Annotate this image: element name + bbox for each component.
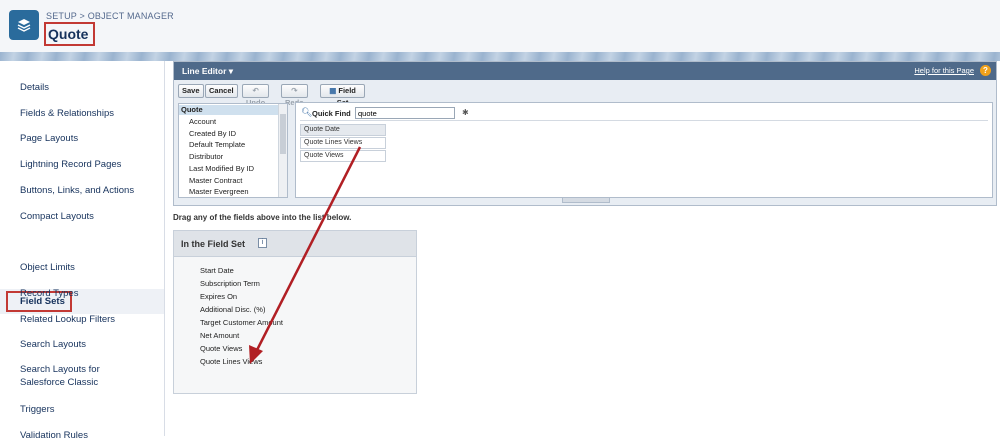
sidebar-item-details[interactable]: Details [0, 81, 164, 94]
list-item[interactable]: Start Date [200, 266, 234, 276]
field-tile[interactable]: Quote Date [300, 124, 386, 136]
list-item[interactable]: Subscription Term [200, 279, 260, 289]
quick-find-row: 🔍︎ Quick Find ✱ [300, 107, 988, 121]
drag-instructions: Drag any of the fields above into the li… [173, 213, 352, 222]
save-button[interactable]: Save [178, 84, 204, 98]
cancel-button[interactable]: Cancel [205, 84, 238, 98]
field-palette: 🔍︎ Quick Find ✱ Quote Date Quote Lines V… [295, 102, 993, 198]
sidebar-item-fields-relationships[interactable]: Fields & Relationships [0, 107, 164, 120]
help-link[interactable]: Help for this Page [914, 66, 974, 75]
sidebar-item-lightning-record-pages[interactable]: Lightning Record Pages [0, 158, 164, 171]
list-item[interactable]: Quote Lines Views [200, 357, 262, 367]
list-item[interactable]: Target Customer Amount [200, 318, 283, 328]
field-set-properties-button[interactable]: ▦ Field Set Properties [320, 84, 366, 119]
sidebar-item-search-layouts-classic[interactable]: Search Layouts for Salesforce Classic [0, 363, 140, 389]
sidebar-item-record-types[interactable]: Record Types [0, 287, 164, 300]
list-item[interactable]: Quote Views [200, 344, 242, 354]
help-icon[interactable]: ? [980, 65, 991, 76]
field-set-header: In the Field Set i [174, 231, 416, 257]
header-decoration [0, 52, 1000, 61]
field-tile[interactable]: Quote Lines Views [300, 137, 386, 149]
list-item[interactable]: Net Amount [200, 331, 239, 341]
list-item[interactable]: Last Modified By ID [179, 164, 279, 174]
undo-icon: ↶ [252, 86, 259, 95]
sidebar-item-related-lookup-filters[interactable]: Related Lookup Filters [0, 313, 164, 326]
quick-find-input[interactable] [355, 107, 455, 119]
editor-title-menu[interactable]: Line Editor ▾ [182, 66, 233, 77]
sidebar-item-triggers[interactable]: Triggers [0, 403, 164, 416]
object-manager-icon [9, 10, 39, 40]
properties-icon: ▦ [329, 86, 337, 95]
list-item[interactable]: Additional Disc. (%) [200, 305, 265, 315]
page-header: SETUP > OBJECT MANAGER Quote [0, 0, 1000, 52]
object-list-scrollbar[interactable] [278, 104, 287, 197]
field-set-panel: In the Field Set i Start Date Subscripti… [173, 230, 417, 394]
line-editor: Line Editor ▾ Help for this Page ? Save … [173, 61, 997, 206]
search-icon: 🔍︎ [301, 107, 313, 117]
object-list[interactable]: Quote Account Created By ID Default Temp… [178, 103, 288, 198]
scrollbar-thumb[interactable] [280, 114, 286, 154]
quick-find-label: Quick Find [312, 109, 351, 118]
resize-handle[interactable] [562, 197, 610, 203]
editor-header: Line Editor ▾ Help for this Page ? [174, 62, 996, 80]
redo-button[interactable]: ↷ Redo [281, 84, 308, 107]
list-item[interactable]: Distributor [179, 152, 279, 162]
list-item[interactable]: Expires On [200, 292, 237, 302]
field-set-title: In the Field Set [181, 239, 246, 249]
list-item[interactable]: Quote [179, 105, 279, 115]
undo-button[interactable]: ↶ Undo [242, 84, 270, 107]
list-item[interactable]: Master Evergreen [179, 187, 279, 197]
sidebar-item-buttons-links-actions[interactable]: Buttons, Links, and Actions [0, 184, 164, 197]
redo-icon: ↷ [291, 86, 298, 95]
sidebar-item-search-layouts[interactable]: Search Layouts [0, 338, 164, 351]
list-item[interactable]: Master Contract [179, 176, 279, 186]
list-item[interactable]: Default Template [179, 140, 279, 150]
sidebar-item-object-limits[interactable]: Object Limits [0, 261, 164, 274]
breadcrumb[interactable]: SETUP > OBJECT MANAGER [46, 11, 174, 21]
sidebar-item-page-layouts[interactable]: Page Layouts [0, 132, 164, 145]
sidebar: Details Fields & Relationships Page Layo… [0, 61, 165, 441]
info-icon[interactable]: i [258, 238, 267, 248]
page-title: Quote [44, 22, 96, 46]
sidebar-item-compact-layouts[interactable]: Compact Layouts [0, 210, 164, 223]
field-tile[interactable]: Quote Views [300, 150, 386, 162]
list-item[interactable]: Created By ID [179, 129, 279, 139]
clear-search-icon[interactable]: ✱ [462, 108, 469, 117]
list-item[interactable]: Account [179, 117, 279, 127]
